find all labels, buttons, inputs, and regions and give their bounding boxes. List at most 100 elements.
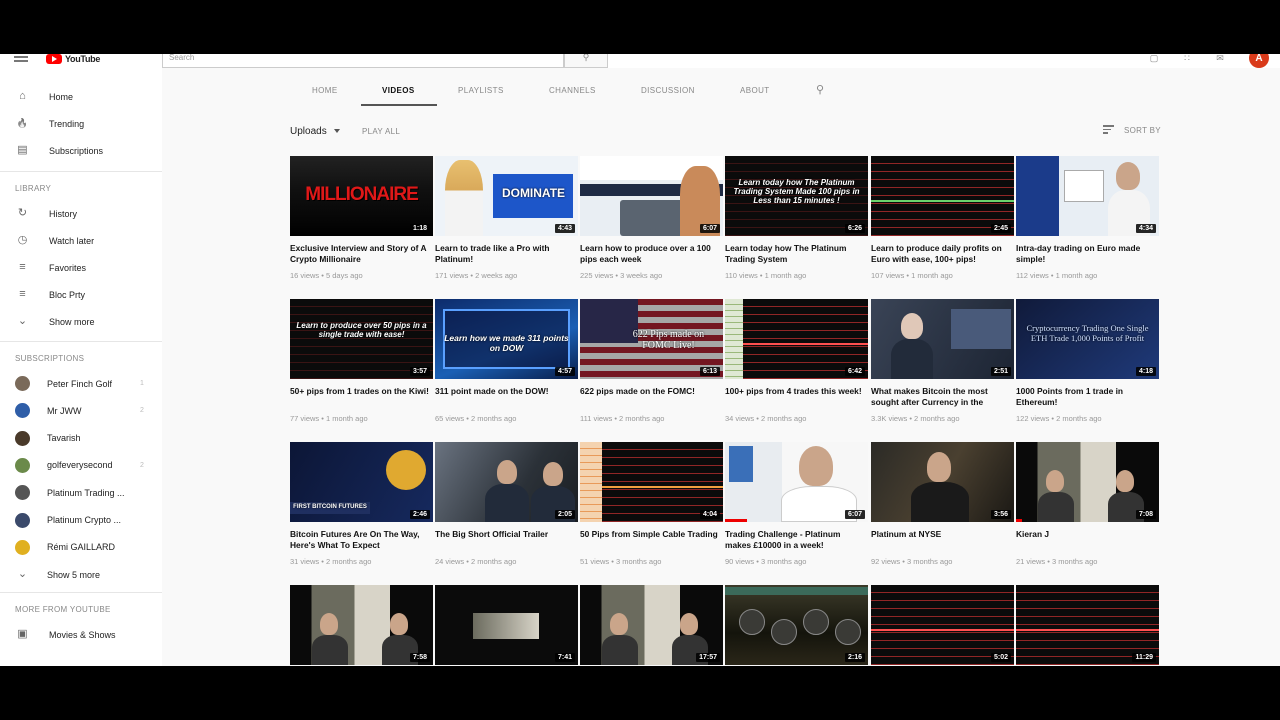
video-thumbnail[interactable]: Cryptocurrency Trading One Single ETH Tr… [1016,299,1159,379]
video-thumbnail[interactable]: Learn to produce over 50 pips in a singl… [290,299,433,379]
video-card[interactable]: 4:34 Intra-day trading on Euro made simpl… [1016,156,1159,280]
video-title[interactable]: Exclusive Interview and Story of A Crypt… [290,243,430,264]
video-card[interactable]: 17:57 [580,585,723,665]
uploads-caret-icon[interactable] [334,129,340,133]
sort-by-button[interactable]: SORT BY [1124,126,1161,135]
search-button[interactable]: ⚲ [564,54,608,68]
video-card[interactable]: 7:58 [290,585,433,665]
video-card[interactable]: Cryptocurrency Trading One Single ETH Tr… [1016,299,1159,423]
video-card[interactable]: DOMINATE 4:43 Learn to trade like a Pro wi… [435,156,578,280]
video-title[interactable]: 50+ pips from 1 trades on the Kiwi! [290,386,430,397]
tab-channels[interactable]: CHANNELS [549,86,596,95]
video-thumbnail[interactable]: Learn how we made 311 points on DOW 4:57 [435,299,578,379]
video-thumbnail[interactable]: 4:04 [580,442,723,522]
sidebar-item-subscriptions[interactable]: ▤ Subscriptions [0,137,162,164]
sidebar-item-movies-shows[interactable]: ▣ Movies & Shows [0,621,162,648]
apps-grid-icon[interactable]: ∷ [1181,54,1193,63]
video-card[interactable]: 4:04 50 Pips from Simple Cable Trading 51 … [580,442,723,566]
youtube-logo[interactable]: YouTube [46,54,100,64]
video-card[interactable]: 2:51 What makes Bitcoin the most sought a… [871,299,1014,423]
create-video-icon[interactable]: ▢ [1148,54,1160,63]
account-avatar[interactable]: A [1249,54,1269,68]
video-card[interactable]: 7:41 [435,585,578,665]
subscription-item[interactable]: Rémi GAILLARD [0,534,162,561]
video-title[interactable]: 1000 Points from 1 trade in Ethereum! [1016,386,1156,407]
video-card[interactable]: MILLIONAIRE 1:18 Exclusive Interview and S… [290,156,433,280]
video-card[interactable]: 2:45 Learn to produce daily profits on Eu… [871,156,1014,280]
video-thumbnail[interactable]: 5:02 [871,585,1014,665]
video-card[interactable]: FIRST BITCOIN FUTURES 2:46 Bitcoin Futures… [290,442,433,566]
uploads-dropdown[interactable]: Uploads [290,126,327,137]
video-card[interactable]: 5:02 [871,585,1014,665]
video-thumbnail[interactable]: 6:07 [725,442,868,522]
video-card[interactable]: 7:08 Kieran J 21 views • 3 months ago [1016,442,1159,566]
video-card[interactable]: 2:05 The Big Short Official Trailer 24 vie… [435,442,578,566]
notifications-icon[interactable]: ✉ [1214,54,1226,63]
sidebar-item-history[interactable]: ↻ History [0,200,162,227]
subscription-item[interactable]: Mr JWW 2 [0,397,162,424]
video-thumbnail[interactable]: Learn today how The Platinum Trading Sys… [725,156,868,236]
video-card[interactable]: 11:29 [1016,585,1159,665]
video-thumbnail[interactable]: 622 Pips made on FOMC Live! 6:13 [580,299,723,379]
video-thumbnail[interactable]: 2:05 [435,442,578,522]
video-thumbnail[interactable]: 7:08 [1016,442,1159,522]
channel-search-icon[interactable]: ⚲ [816,83,824,96]
tab-home[interactable]: HOME [312,86,338,95]
video-title[interactable]: Learn how to produce over a 100 pips eac… [580,243,720,264]
subscription-item[interactable]: Peter Finch Golf 1 [0,370,162,397]
video-title[interactable]: 50 Pips from Simple Cable Trading [580,529,720,540]
video-thumbnail[interactable]: 6:07 [580,156,723,236]
video-title[interactable]: 622 pips made on the FOMC! [580,386,720,397]
sort-icon[interactable] [1103,125,1114,135]
search-input[interactable]: Search [162,54,564,68]
video-card[interactable]: 622 Pips made on FOMC Live! 6:13 622 pips … [580,299,723,423]
video-card[interactable]: Learn how we made 311 points on DOW 4:57 3… [435,299,578,423]
tab-discussion[interactable]: DISCUSSION [641,86,695,95]
video-card[interactable]: Learn to produce over 50 pips in a singl… [290,299,433,423]
video-title[interactable]: Learn to produce daily profits on Euro w… [871,243,1011,264]
video-title[interactable]: Trading Challenge - Platinum makes £1000… [725,529,865,550]
video-thumbnail[interactable]: 7:58 [290,585,433,665]
video-card[interactable]: Learn today how The Platinum Trading Sys… [725,156,868,280]
video-card[interactable]: 2:16 [725,585,868,665]
video-title[interactable]: What makes Bitcoin the most sought after… [871,386,1011,407]
video-card[interactable]: 6:07 Learn how to produce over a 100 pips… [580,156,723,280]
video-card[interactable]: 6:42 100+ pips from 4 trades this week! 34… [725,299,868,423]
video-title[interactable]: 100+ pips from 4 trades this week! [725,386,865,397]
video-thumbnail[interactable]: 7:41 [435,585,578,665]
video-title[interactable]: Kieran J [1016,529,1156,540]
subscription-item[interactable]: Platinum Trading ... [0,479,162,506]
tab-about[interactable]: ABOUT [740,86,770,95]
sidebar-item-trending[interactable]: 🔥 Trending [0,110,162,137]
video-thumbnail[interactable]: 6:42 [725,299,868,379]
tab-videos[interactable]: VIDEOS [382,86,415,95]
video-thumbnail[interactable]: 11:29 [1016,585,1159,665]
video-thumbnail[interactable]: 17:57 [580,585,723,665]
video-thumbnail[interactable]: 3:56 [871,442,1014,522]
subscription-item[interactable]: ⌄ Show 5 more [0,561,162,588]
video-thumbnail[interactable]: MILLIONAIRE 1:18 [290,156,433,236]
video-title[interactable]: Bitcoin Futures Are On The Way, Here's W… [290,529,430,550]
video-title[interactable]: Intra-day trading on Euro made simple! [1016,243,1156,264]
video-card[interactable]: 6:07 Trading Challenge - Platinum makes £… [725,442,868,566]
hamburger-menu-icon[interactable] [14,56,28,58]
video-thumbnail[interactable]: FIRST BITCOIN FUTURES 2:46 [290,442,433,522]
subscription-item[interactable]: golfeverysecond 2 [0,452,162,479]
sidebar-item-watch-later[interactable]: ◷ Watch later [0,227,162,254]
video-title[interactable]: Learn today how The Platinum Trading Sys… [725,243,865,264]
video-thumbnail[interactable]: 4:34 [1016,156,1159,236]
video-thumbnail[interactable]: 2:51 [871,299,1014,379]
play-all-button[interactable]: PLAY ALL [362,127,400,136]
tab-playlists[interactable]: PLAYLISTS [458,86,504,95]
video-title[interactable]: Learn to trade like a Pro with Platinum! [435,243,575,264]
video-card[interactable]: 3:56 Platinum at NYSE 92 views • 3 months … [871,442,1014,566]
video-title[interactable]: The Big Short Official Trailer [435,529,575,540]
video-title[interactable]: 311 point made on the DOW! [435,386,575,397]
sidebar-item-bloc-prty[interactable]: ≡ Bloc Prty [0,281,162,308]
sidebar-item-favorites[interactable]: ≡ Favorites [0,254,162,281]
subscription-item[interactable]: Tavarish [0,425,162,452]
video-thumbnail[interactable]: 2:16 [725,585,868,665]
sidebar-item-home[interactable]: ⌂ Home [0,83,162,110]
sidebar-item-show-more[interactable]: ⌄ Show more [0,308,162,335]
video-thumbnail[interactable]: 2:45 [871,156,1014,236]
